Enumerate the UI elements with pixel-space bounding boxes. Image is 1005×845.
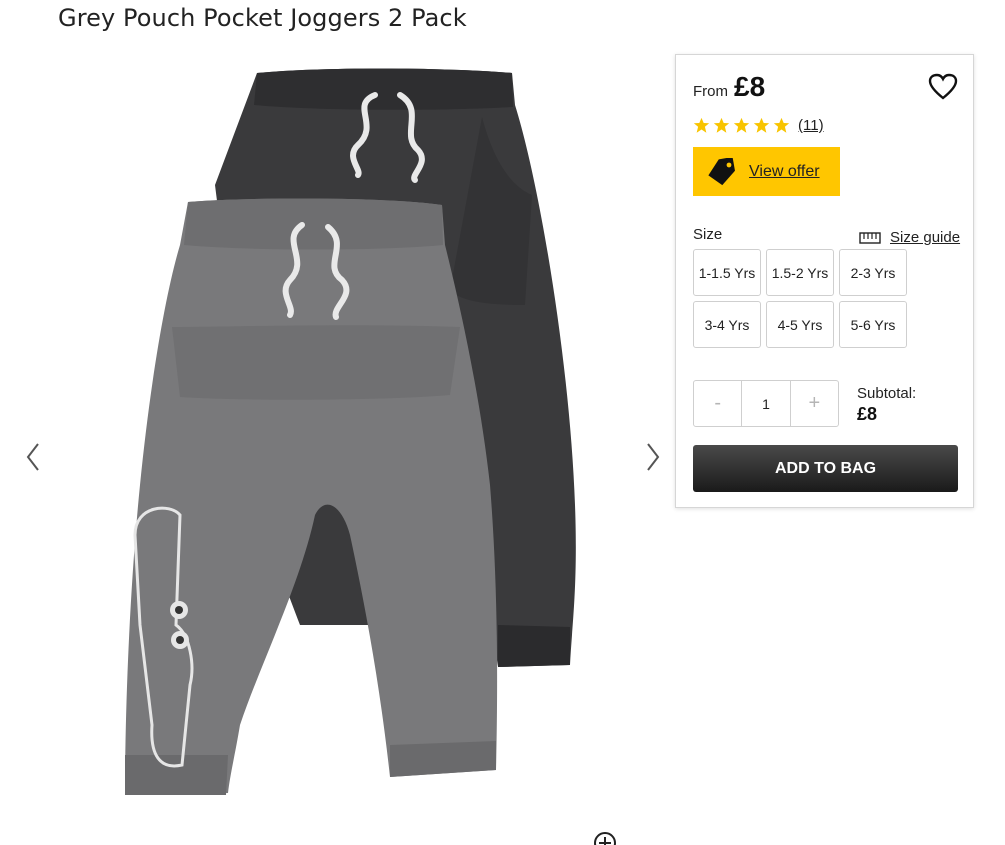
- subtotal-label: Subtotal:: [857, 385, 917, 402]
- rating: (11): [693, 117, 824, 134]
- size-guide-link[interactable]: Size guide: [859, 229, 960, 246]
- quantity-increase-button[interactable]: +: [791, 381, 838, 426]
- zoom-plus-icon[interactable]: [592, 830, 618, 845]
- product-gallery: [0, 40, 670, 845]
- size-options: 1-1.5 Yrs 1.5-2 Yrs 2-3 Yrs 3-4 Yrs 4-5 …: [693, 249, 913, 348]
- heart-icon[interactable]: [928, 73, 958, 101]
- size-option[interactable]: 3-4 Yrs: [693, 301, 761, 348]
- price-prefix: From: [693, 83, 728, 100]
- purchase-panel: From £8 (11) View offer Size Size guide …: [675, 54, 974, 508]
- price: From £8: [693, 71, 765, 103]
- quantity-decrease-button[interactable]: -: [694, 381, 741, 426]
- size-option[interactable]: 5-6 Yrs: [839, 301, 907, 348]
- price-value: £8: [734, 71, 766, 102]
- price-tag-icon: [708, 157, 735, 185]
- star-icon: [753, 117, 770, 133]
- add-to-bag-button[interactable]: ADD TO BAG: [693, 445, 958, 492]
- size-option[interactable]: 1.5-2 Yrs: [766, 249, 834, 296]
- star-icon: [773, 117, 790, 133]
- subtotal: Subtotal: £8: [857, 385, 916, 425]
- product-title: Grey Pouch Pocket Joggers 2 Pack: [58, 4, 467, 32]
- product-image[interactable]: [100, 65, 590, 815]
- chevron-right-icon[interactable]: [640, 440, 664, 474]
- size-option[interactable]: 2-3 Yrs: [839, 249, 907, 296]
- quantity-stepper: - 1 +: [693, 380, 839, 427]
- star-icon: [733, 117, 750, 133]
- size-label: Size: [693, 226, 723, 243]
- quantity-input[interactable]: 1: [741, 381, 791, 426]
- grey-joggers: [125, 198, 498, 795]
- ruler-icon: [859, 231, 881, 244]
- view-offer-label: View offer: [749, 162, 820, 180]
- chevron-left-icon[interactable]: [22, 440, 46, 474]
- view-offer-button[interactable]: View offer: [693, 147, 840, 196]
- subtotal-value: £8: [857, 404, 878, 424]
- review-count-link[interactable]: (11): [798, 117, 824, 134]
- size-option[interactable]: 4-5 Yrs: [766, 301, 834, 348]
- size-guide-label: Size guide: [890, 229, 961, 246]
- star-icon: [713, 117, 730, 133]
- star-icon: [693, 117, 710, 133]
- size-option[interactable]: 1-1.5 Yrs: [693, 249, 761, 296]
